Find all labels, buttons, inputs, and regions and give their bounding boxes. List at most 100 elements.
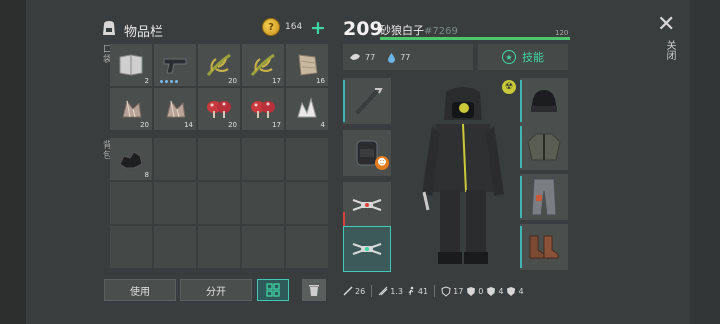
ore-crystal-icon bbox=[122, 99, 142, 118]
item-qty: 2 bbox=[144, 77, 149, 85]
separator bbox=[434, 285, 436, 297]
resist-value-2: 4 bbox=[498, 286, 504, 296]
pocket-slot[interactable]: 17 bbox=[242, 44, 284, 86]
beanie-icon bbox=[531, 90, 557, 112]
pocket-grid: 2 20 17 16 20 14 20 17 4 bbox=[110, 44, 330, 130]
star-icon: ★ bbox=[502, 50, 516, 64]
sword-icon bbox=[343, 286, 353, 296]
white-crystal-icon bbox=[297, 97, 317, 118]
backpack-grid: 8 bbox=[110, 138, 330, 268]
item-qty: 16 bbox=[316, 77, 325, 85]
move-speed-stat: 41 bbox=[406, 286, 428, 296]
head-slot[interactable] bbox=[520, 78, 568, 124]
backpack-slot[interactable] bbox=[154, 138, 196, 180]
feet-slot[interactable] bbox=[520, 224, 568, 270]
durability-bar bbox=[520, 176, 522, 218]
hp-value: 120 bbox=[555, 29, 569, 37]
backpack-slot[interactable] bbox=[242, 226, 284, 268]
backpack-slot[interactable] bbox=[198, 226, 240, 268]
drone-slot[interactable] bbox=[343, 182, 391, 228]
item-qty: 20 bbox=[140, 121, 149, 129]
backpack-slot[interactable] bbox=[242, 138, 284, 180]
plant-fiber-icon bbox=[206, 53, 231, 76]
backpack-slot[interactable] bbox=[286, 182, 328, 224]
item-qty: 4 bbox=[320, 121, 325, 129]
item-qty: 20 bbox=[228, 77, 237, 85]
move-speed-value: 41 bbox=[417, 286, 429, 296]
use-button[interactable]: 使用 bbox=[104, 279, 176, 301]
resist-value-3: 4 bbox=[518, 286, 524, 296]
armor-value: 17 bbox=[453, 286, 464, 296]
backpack-slot[interactable] bbox=[198, 138, 240, 180]
drone-slot-selected[interactable] bbox=[343, 226, 391, 272]
coal-icon bbox=[119, 151, 143, 169]
red-mushroom-icon bbox=[251, 101, 275, 118]
close-label[interactable]: 关闭 bbox=[662, 40, 677, 60]
trash-button[interactable] bbox=[302, 279, 326, 301]
pocket-slot[interactable]: 4 bbox=[286, 88, 328, 130]
hunger-value: 77 bbox=[365, 52, 376, 62]
pocket-slot[interactable]: 14 bbox=[154, 88, 196, 130]
left-edge bbox=[0, 0, 26, 324]
pocket-slot[interactable]: 2 bbox=[110, 44, 152, 86]
red-mushroom-icon bbox=[207, 101, 231, 118]
inventory-header: 物品栏 bbox=[100, 18, 163, 42]
torso-slot[interactable] bbox=[520, 124, 568, 170]
backpack-slot[interactable] bbox=[286, 226, 328, 268]
backpack-slot[interactable] bbox=[154, 226, 196, 268]
pocket-slot[interactable]: 20 bbox=[110, 88, 152, 130]
resist-stat-2: 4 bbox=[486, 286, 503, 297]
backpack-slot[interactable] bbox=[286, 138, 328, 180]
pocket-slot[interactable]: 20 bbox=[198, 88, 240, 130]
jacket-icon bbox=[527, 133, 561, 161]
item-qty: 14 bbox=[184, 121, 193, 129]
pocket-slot[interactable]: 16 bbox=[286, 44, 328, 86]
backpack-slot[interactable] bbox=[154, 182, 196, 224]
durability-bar bbox=[520, 126, 522, 168]
pocket-slot[interactable] bbox=[154, 44, 196, 86]
close-icon[interactable]: ✕ bbox=[657, 12, 675, 37]
running-icon bbox=[408, 286, 414, 296]
backpack-slot[interactable]: 8 bbox=[110, 138, 152, 180]
character-model bbox=[418, 84, 508, 268]
backpack-slot[interactable] bbox=[198, 182, 240, 224]
sort-grid-button[interactable] bbox=[257, 279, 289, 301]
pocket-slot[interactable]: 20 bbox=[198, 44, 240, 86]
drone-icon bbox=[352, 243, 382, 255]
cloth-scrap-icon bbox=[298, 54, 318, 76]
backpack-slot[interactable] bbox=[110, 226, 152, 268]
resist-value-1: 0 bbox=[478, 286, 484, 296]
coin-icon: ? bbox=[262, 18, 280, 36]
skills-label: 技能 bbox=[522, 51, 544, 64]
inventory-title: 物品栏 bbox=[124, 24, 164, 40]
durability-bar bbox=[520, 226, 522, 268]
durability-bar bbox=[343, 80, 345, 122]
water-drop-icon bbox=[388, 52, 396, 63]
backpack-slot[interactable] bbox=[242, 182, 284, 224]
player-name-line: 砂狼白子#7269 bbox=[380, 22, 458, 38]
coin-count: 164 bbox=[285, 22, 303, 32]
skills-button[interactable]: ★ 技能 bbox=[478, 44, 568, 70]
backpack-slot[interactable] bbox=[110, 182, 152, 224]
drone-icon bbox=[352, 199, 382, 211]
food-icon bbox=[350, 53, 360, 60]
pants-icon bbox=[531, 178, 557, 216]
legs-slot[interactable] bbox=[520, 174, 568, 220]
vitals-box: 77 77 bbox=[343, 44, 473, 70]
split-button[interactable]: 分开 bbox=[180, 279, 252, 301]
thirst-value: 77 bbox=[400, 52, 411, 62]
backpack-slot-equip[interactable]: ☻ bbox=[343, 130, 391, 176]
plant-fiber-icon bbox=[250, 53, 275, 76]
right-edge bbox=[690, 0, 720, 324]
pocket-slot[interactable]: 17 bbox=[242, 88, 284, 130]
separator bbox=[371, 285, 373, 297]
resist-stat-3: 4 bbox=[506, 286, 524, 297]
crowbar-icon bbox=[355, 88, 383, 115]
shield-icon bbox=[441, 285, 451, 297]
item-qty: 17 bbox=[272, 121, 281, 129]
durability-bar bbox=[520, 80, 522, 122]
add-coins-button[interactable]: + bbox=[310, 18, 326, 38]
weapon-slot[interactable] bbox=[343, 78, 391, 124]
coin-counter: ? 164 bbox=[262, 18, 302, 36]
durability-dots bbox=[160, 80, 178, 83]
